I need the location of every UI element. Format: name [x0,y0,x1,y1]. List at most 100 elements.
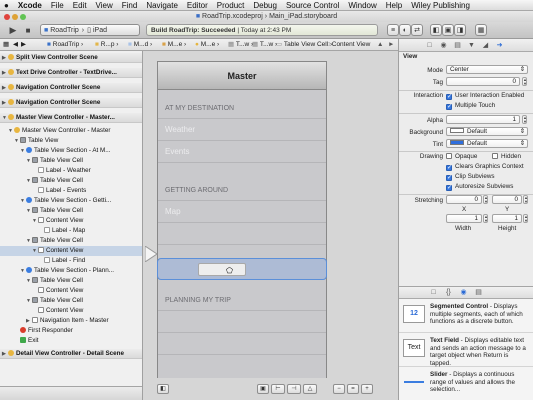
outline-item[interactable]: ▼ Master View Controller - Master [0,126,142,136]
outline-item[interactable]: Exit [0,336,142,346]
identity-inspector-icon[interactable]: ▤ [453,41,462,50]
editor-version-button[interactable]: ⇄ [411,24,423,36]
breadcrumb-controller[interactable]: ● M...e › [195,39,219,50]
toggle-utilities-button[interactable]: ◨ [454,24,466,36]
stretch-y-field[interactable]: 0 [492,195,522,204]
clears-graphics-checkbox[interactable]: ✓ Clears Graphics Context [446,163,524,171]
scheme-selector[interactable]: ■ RoadTrip › ▯ iPad [40,24,140,36]
breadcrumb-group[interactable]: ■ R...p › [95,39,118,50]
outline-item[interactable]: ▼ Table View Cell [0,276,142,286]
outline-item[interactable]: Content View [0,306,142,316]
outline-item[interactable]: ▼ Table View Cell [0,236,142,246]
minimize-icon[interactable] [12,14,18,20]
breadcrumb-content-view[interactable]: □ Content View [326,39,370,50]
autoresize-subviews-checkbox[interactable]: ✓ Autoresize Subviews [446,183,513,191]
stretch-height-stepper[interactable]: ▲ ▼ [523,214,528,223]
breadcrumb-cell[interactable]: ▭ Table View Cell › [276,39,332,50]
hidden-checkbox[interactable]: Hidden [492,153,521,160]
outline-item[interactable]: Content View [0,286,142,296]
outline-scene-master[interactable]: ▼ Master View Controller - Master... [0,113,142,123]
breadcrumb-section[interactable]: ▦ T...w › [252,39,277,50]
table-cell-empty[interactable] [158,332,326,354]
editor-standard-button[interactable]: ≡ [387,24,399,36]
file-inspector-icon[interactable]: □ [425,41,434,50]
attributes-inspector-icon[interactable]: ▼ [467,41,476,50]
breadcrumb-project[interactable]: ■ RoadTrip › [47,39,83,50]
menu-product[interactable]: Product [217,1,245,10]
outline-scene-split-view[interactable]: ▶ Split View Controller Scene [0,53,142,63]
toggle-debug-button[interactable]: ▣ [442,24,454,36]
outline-item[interactable]: Label - Map [0,226,142,236]
table-cell-events[interactable]: Events [158,140,326,162]
menu-find[interactable]: Find [122,1,138,10]
alpha-field[interactable]: 1 [446,115,520,124]
stretch-height-field[interactable]: 1 [492,214,522,223]
outline-scene-navigation-2[interactable]: ▶ Navigation Controller Scene [0,98,142,108]
connections-inspector-icon[interactable]: ➜ [495,41,504,50]
stretch-x-stepper[interactable]: ▲ ▼ [483,195,488,204]
device-size-button[interactable]: ▣ [257,384,269,394]
background-select[interactable]: Default ⇕ [446,127,528,136]
forward-arrow-icon[interactable]: ▶ [21,39,26,50]
outline-item[interactable]: Label - Events [0,186,142,196]
close-icon[interactable] [4,14,10,20]
back-arrow-icon[interactable]: ◀ [13,39,18,50]
table-cell-empty[interactable] [158,310,326,332]
menu-help[interactable]: Help [386,1,402,10]
menu-wiley[interactable]: Wiley Publishing [411,1,470,10]
outline-scene-detail[interactable]: ▶ Detail View Controller - Detail Scene [0,349,142,359]
breadcrumb-storyboard[interactable]: ■ M...d › [128,39,152,50]
stretch-y-stepper[interactable]: ▲ ▼ [523,195,528,204]
outline-scene-navigation-1[interactable]: ▶ Navigation Controller Scene [0,83,142,93]
menu-window[interactable]: Window [348,1,376,10]
outline-toggle-button[interactable]: ◧ [157,384,169,394]
library-item-slider[interactable]: Slider - Displays a continuous range of … [399,368,533,400]
user-interaction-checkbox[interactable]: ✓ User Interaction Enabled [446,92,524,100]
selected-table-cell[interactable]: ⬠ [157,258,327,280]
opaque-checkbox[interactable]: Opaque [446,153,477,160]
menu-source-control[interactable]: Source Control [286,1,339,10]
stop-button[interactable]: ■ [22,24,34,36]
alpha-stepper[interactable]: ▲ ▼ [522,115,527,124]
menu-file[interactable]: File [51,1,64,10]
resolve-button[interactable]: △ [303,384,317,394]
segmented-control[interactable] [198,263,246,276]
menu-navigate[interactable]: Navigate [146,1,178,10]
breadcrumb-table-view[interactable]: ▦ T...w › [228,39,253,50]
stretch-width-field[interactable]: 1 [446,214,482,223]
zoom-fit-button[interactable]: = [347,384,359,394]
library-item-text-field[interactable]: Text Text Field - Displays editable text… [399,334,533,367]
outline-item[interactable]: ▼ Table View Cell [0,176,142,186]
run-button[interactable]: ▶ [6,24,20,36]
jumpbar-warning-icon[interactable]: ▲ [377,39,383,50]
jumpbar-next-icon[interactable]: ► [388,39,394,50]
pin-button[interactable]: ⊣ [287,384,301,394]
menu-xcode[interactable]: Xcode [18,1,42,10]
object-library-icon[interactable]: ◉ [459,288,468,297]
menu-edit[interactable]: Edit [73,1,87,10]
outline-item[interactable]: ▼ Content View [0,216,142,226]
apple-icon[interactable]: ● [4,1,9,10]
zoom-in-button[interactable]: + [361,384,373,394]
mode-select[interactable]: Center ⇕ [446,65,528,74]
storyboard-canvas[interactable]: Master AT MY DESTINATION Weather Events … [143,51,398,400]
master-scene[interactable]: Master AT MY DESTINATION Weather Events … [157,61,327,381]
outline-item[interactable]: ▼ Table View Cell [0,206,142,216]
outline-item[interactable]: ▼ Table View Section - Plann... [0,266,142,276]
outline-item[interactable]: ▼ Table View Section - At M... [0,146,142,156]
outline-item[interactable]: ▼ Table View [0,136,142,146]
file-template-icon[interactable]: □ [429,288,438,297]
organizer-button[interactable]: ▦ [475,24,487,36]
menu-debug[interactable]: Debug [253,1,277,10]
code-snippet-icon[interactable]: {} [444,288,453,297]
library-item-segmented-control[interactable]: 12 Segmented Control - Displays multiple… [399,300,533,333]
outline-item[interactable]: ▼ Table View Cell [0,156,142,166]
navigation-bar[interactable]: Master [158,62,326,90]
outline-item[interactable]: Label - Find [0,256,142,266]
outline-item-selected[interactable]: ▼ Content View [0,246,142,256]
zoom-icon[interactable] [20,14,26,20]
multiple-touch-checkbox[interactable]: ✓ Multiple Touch [446,102,495,110]
menu-editor[interactable]: Editor [187,1,208,10]
table-cell-weather[interactable]: Weather [158,118,326,140]
outline-item[interactable]: ▶ Navigation Item - Master [0,316,142,326]
